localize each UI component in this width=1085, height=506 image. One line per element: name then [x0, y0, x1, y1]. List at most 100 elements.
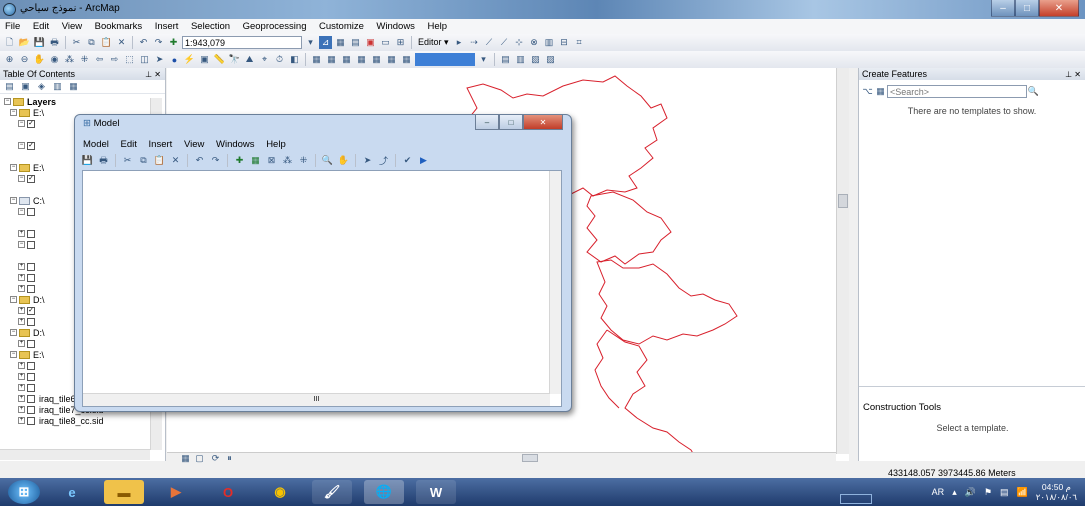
- volume-icon[interactable]: 🔊: [965, 487, 976, 498]
- menu-geoprocessing[interactable]: Geoprocessing: [238, 19, 312, 32]
- open-icon[interactable]: 📂: [18, 36, 31, 49]
- redo-icon[interactable]: ↷: [209, 154, 222, 167]
- find-icon[interactable]: 🔭: [228, 53, 241, 66]
- measure-icon[interactable]: 📏: [213, 53, 226, 66]
- scale-combo[interactable]: 1:943,079: [182, 36, 302, 49]
- layers-row[interactable]: − Layers: [4, 96, 165, 107]
- list-by-visibility-icon[interactable]: ◈: [35, 80, 48, 93]
- layout-view-icon[interactable]: ▦: [179, 452, 192, 465]
- checkbox[interactable]: [27, 273, 35, 282]
- menu-bookmarks[interactable]: Bookmarks: [90, 19, 148, 32]
- language-indicator[interactable]: AR: [932, 487, 945, 497]
- georef-3-icon[interactable]: ▦: [340, 53, 353, 66]
- pin-close-icon[interactable]: ⊥ ✕: [1065, 70, 1085, 79]
- viewer-icon[interactable]: ◧: [288, 53, 301, 66]
- pan-icon[interactable]: ✋: [337, 154, 350, 167]
- checkbox[interactable]: [27, 317, 35, 326]
- search-icon[interactable]: 🔍: [1027, 85, 1040, 98]
- menu-customize[interactable]: Customize: [314, 19, 369, 32]
- layout-4-icon[interactable]: ▨: [544, 53, 557, 66]
- full-extent-icon[interactable]: ⊠: [265, 154, 278, 167]
- georef-7-icon[interactable]: ▦: [400, 53, 413, 66]
- auto-layout-icon[interactable]: ▦: [249, 154, 262, 167]
- checkbox[interactable]: [27, 361, 35, 370]
- action-center-icon[interactable]: ⚑: [984, 487, 992, 498]
- refresh-icon[interactable]: ⟳: [209, 452, 222, 465]
- checkbox[interactable]: [27, 372, 35, 381]
- time-slider-icon[interactable]: ⏱: [273, 53, 286, 66]
- model-menu-model[interactable]: Model: [83, 139, 109, 150]
- find-route-icon[interactable]: ⛰: [243, 53, 256, 66]
- delete-icon[interactable]: ✕: [115, 36, 128, 49]
- copy-icon[interactable]: ⧉: [85, 36, 98, 49]
- fixed-zoom-out-icon[interactable]: ⁜: [297, 154, 310, 167]
- map-vertical-scrollbar[interactable]: [836, 68, 849, 454]
- menu-file[interactable]: File: [0, 19, 25, 32]
- model-builder-window[interactable]: ⊞ Model – □ ✕ Model Edit Insert View Win…: [74, 114, 572, 412]
- cut-icon[interactable]: ✂: [121, 154, 134, 167]
- checkbox[interactable]: [27, 339, 35, 348]
- hyperlink-icon[interactable]: ⚡: [183, 53, 196, 66]
- sketch-icon[interactable]: ⊟: [558, 36, 571, 49]
- model-menu-windows[interactable]: Windows: [216, 139, 255, 150]
- select-icon[interactable]: ➤: [361, 154, 374, 167]
- show-desktop-thumbnail[interactable]: [840, 494, 872, 504]
- model-menu-insert[interactable]: Insert: [149, 139, 173, 150]
- panel-splitter[interactable]: [859, 386, 1085, 398]
- edit-tool-icon[interactable]: ▸: [453, 36, 466, 49]
- checkbox[interactable]: [27, 394, 35, 403]
- minimize-button[interactable]: –: [991, 0, 1015, 17]
- paste-icon[interactable]: 📋: [100, 36, 113, 49]
- model-builder-icon[interactable]: ⊞: [394, 36, 407, 49]
- menu-help[interactable]: Help: [422, 19, 452, 32]
- template-search-input[interactable]: <Search>: [887, 85, 1027, 98]
- georef-5-icon[interactable]: ▦: [370, 53, 383, 66]
- html-popup-icon[interactable]: ▣: [198, 53, 211, 66]
- fixed-zoom-out-icon[interactable]: ⁜: [78, 53, 91, 66]
- georef-6-icon[interactable]: ▦: [385, 53, 398, 66]
- select-features-icon[interactable]: ⬚: [123, 53, 136, 66]
- pin-close-icon[interactable]: ⊥ ✕: [145, 70, 165, 79]
- straight-segment-icon[interactable]: ⟋: [483, 36, 496, 49]
- checkbox[interactable]: [27, 229, 35, 238]
- layout-2-icon[interactable]: ▥: [514, 53, 527, 66]
- checkbox[interactable]: [27, 284, 35, 293]
- zoom-out-icon[interactable]: ⊖: [18, 53, 31, 66]
- maximize-button[interactable]: □: [1015, 0, 1039, 17]
- model-menu-edit[interactable]: Edit: [121, 139, 137, 150]
- copy-icon[interactable]: ⧉: [137, 154, 150, 167]
- clock[interactable]: 04:50 م ٢٠١٨/٠٨/٠٦: [1036, 482, 1077, 502]
- rotate-icon[interactable]: ⊗: [528, 36, 541, 49]
- add-data-icon[interactable]: ✚: [233, 154, 246, 167]
- model-menu-view[interactable]: View: [184, 139, 204, 150]
- model-vertical-scrollbar[interactable]: [549, 171, 561, 394]
- menu-windows[interactable]: Windows: [371, 19, 420, 32]
- editor-toolbar-icon[interactable]: ⊿: [319, 36, 332, 49]
- create-features-icon[interactable]: ⌗: [573, 36, 586, 49]
- signal-icon[interactable]: 📶: [1017, 487, 1028, 498]
- checkbox-checked[interactable]: ✓: [27, 174, 35, 183]
- save-icon[interactable]: 💾: [81, 154, 94, 167]
- options-icon[interactable]: ▦: [67, 80, 80, 93]
- network-icon[interactable]: ▤: [1000, 487, 1009, 498]
- arctoolbox-icon[interactable]: ▣: [364, 36, 377, 49]
- organize-icon[interactable]: ▦: [874, 85, 887, 98]
- zoom-in-icon[interactable]: ⊕: [3, 53, 16, 66]
- checkbox[interactable]: [27, 383, 35, 392]
- list-by-source-icon[interactable]: ▣: [19, 80, 32, 93]
- zoom-icon[interactable]: 🔍: [321, 154, 334, 167]
- model-close-button[interactable]: ✕: [523, 115, 563, 130]
- opera-icon[interactable]: O: [208, 480, 248, 504]
- select-elements-icon[interactable]: ➤: [153, 53, 166, 66]
- connect-icon[interactable]: ⤴: [377, 154, 390, 167]
- cut-icon[interactable]: ✂: [70, 36, 83, 49]
- clear-selection-icon[interactable]: ◫: [138, 53, 151, 66]
- georef-4-icon[interactable]: ▦: [355, 53, 368, 66]
- print-icon[interactable]: 🖶: [48, 36, 61, 49]
- toc-icon[interactable]: ▤: [349, 36, 362, 49]
- internet-explorer-icon[interactable]: e: [52, 480, 92, 504]
- run-icon[interactable]: ▶: [417, 154, 430, 167]
- model-maximize-button[interactable]: □: [499, 115, 523, 130]
- checkbox-checked[interactable]: ✓: [27, 306, 35, 315]
- editor-menu[interactable]: Editor ▾: [416, 36, 451, 49]
